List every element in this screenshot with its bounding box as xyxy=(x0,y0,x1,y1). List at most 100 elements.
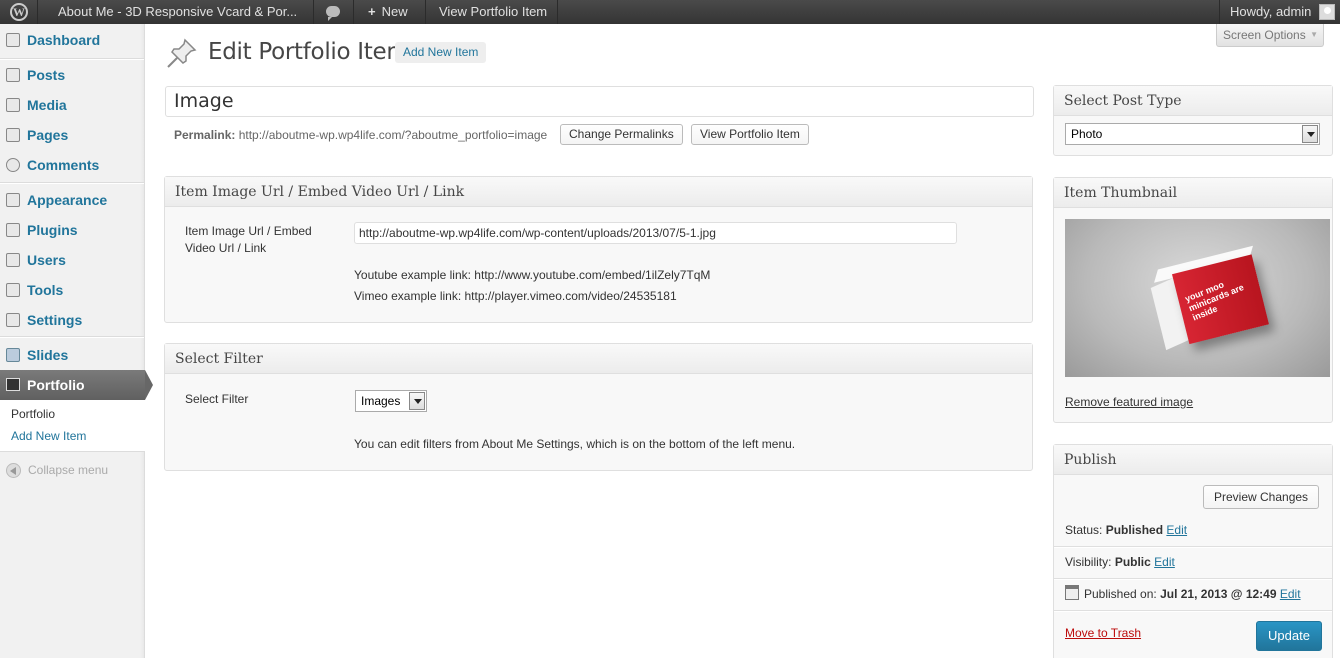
featured-image-text: your moo minicards are inside xyxy=(1183,279,1246,323)
new-content-label: New xyxy=(381,4,408,19)
sidebar-item-comments[interactable]: Comments xyxy=(0,151,144,179)
preview-changes-button[interactable]: Preview Changes xyxy=(1203,485,1320,509)
portfolio-icon xyxy=(6,378,20,391)
sidebar-item-label: Tools xyxy=(27,282,64,298)
sidebar-item-slides[interactable]: Slides xyxy=(0,341,144,369)
filter-hint: You can edit filters from About Me Setti… xyxy=(354,437,796,451)
product-box-image: your moo minicards are inside xyxy=(1146,240,1278,351)
chevron-down-icon xyxy=(1302,125,1318,143)
portfolio-submenu: Portfolio Add New Item xyxy=(0,400,145,452)
move-to-trash-link[interactable]: Move to Trash xyxy=(1065,626,1141,640)
sidebar-item-posts[interactable]: Posts xyxy=(0,61,144,89)
new-content-link[interactable]: + New xyxy=(358,0,418,24)
sidebar-item-label: Media xyxy=(27,97,67,113)
sidebar-item-settings[interactable]: Settings xyxy=(0,306,144,334)
sidebar-item-dashboard[interactable]: Dashboard xyxy=(0,26,144,54)
post-title-input[interactable]: Image xyxy=(165,86,1034,117)
select-filter-label: Select Filter xyxy=(185,392,249,406)
sidebar-item-media[interactable]: Media xyxy=(0,91,144,119)
item-image-url-box-title[interactable]: Item Image Url / Embed Video Url / Link xyxy=(165,177,1032,207)
pushpin-icon xyxy=(167,38,197,68)
youtube-hint: Youtube example link: http://www.youtube… xyxy=(354,268,711,282)
collapse-menu-button[interactable]: Collapse menu xyxy=(6,463,109,478)
post-type-select[interactable]: Photo xyxy=(1065,123,1320,145)
submenu-item-add-new[interactable]: Add New Item xyxy=(11,429,86,443)
vimeo-hint: Vimeo example link: http://player.vimeo.… xyxy=(354,289,677,303)
posts-icon xyxy=(6,68,20,82)
pages-icon xyxy=(6,128,20,142)
visibility-value: Public xyxy=(1114,555,1151,569)
admin-menu: Dashboard Posts Media Pages Comments App… xyxy=(0,24,153,658)
select-post-type-box: Select Post Type xyxy=(1053,85,1333,156)
sidebar-item-label: Appearance xyxy=(27,192,108,208)
sidebar-item-plugins[interactable]: Plugins xyxy=(0,216,144,244)
item-image-url-input[interactable]: http://aboutme-wp.wp4life.com/wp-content… xyxy=(354,222,957,244)
comments-icon[interactable] xyxy=(326,6,340,21)
collapse-arrow-icon xyxy=(6,463,21,478)
permalink-url: http://aboutme-wp.wp4life.com/?aboutme_p… xyxy=(238,128,548,142)
status-value: Published xyxy=(1105,523,1164,537)
tools-icon xyxy=(6,283,20,297)
avatar[interactable] xyxy=(1319,4,1335,20)
slides-icon xyxy=(6,348,20,362)
filter-select[interactable]: Images xyxy=(355,390,427,412)
sidebar-item-appearance[interactable]: Appearance xyxy=(0,186,144,214)
item-thumbnail-box-title[interactable]: Item Thumbnail xyxy=(1054,178,1332,208)
collapse-menu-label: Collapse menu xyxy=(28,463,109,477)
appearance-icon xyxy=(6,193,20,207)
change-permalinks-button[interactable]: Change Permalinks xyxy=(560,124,683,145)
view-portfolio-item-button[interactable]: View Portfolio Item xyxy=(691,124,809,145)
add-new-item-button[interactable]: Add New Item xyxy=(395,42,487,63)
sidebar-item-users[interactable]: Users xyxy=(0,246,144,274)
published-on-value: Jul 21, 2013 @ 12:49 xyxy=(1160,587,1277,601)
post-status: Status: Published Edit xyxy=(1065,523,1187,537)
chevron-down-icon xyxy=(409,392,425,410)
plugins-icon xyxy=(6,223,20,237)
select-post-type-box-title[interactable]: Select Post Type xyxy=(1054,86,1332,116)
site-name-link[interactable]: About Me - 3D Responsive Vcard & Por... xyxy=(48,0,307,24)
select-filter-box-title[interactable]: Select Filter xyxy=(165,344,1032,374)
sidebar-item-label: Dashboard xyxy=(27,32,101,48)
edit-visibility-link[interactable]: Edit xyxy=(1154,555,1175,569)
published-date: Published on: Jul 21, 2013 @ 12:49 Edit xyxy=(1084,587,1301,601)
sidebar-item-label: Portfolio xyxy=(27,377,85,393)
page-title: Edit Portfolio Item xyxy=(208,39,409,65)
remove-featured-image-link[interactable]: Remove featured image xyxy=(1065,395,1193,409)
sidebar-item-label: Comments xyxy=(27,157,100,173)
sidebar-item-label: Settings xyxy=(27,312,83,328)
filter-select-value: Images xyxy=(361,394,401,408)
sidebar-item-portfolio[interactable]: Portfolio xyxy=(0,370,153,400)
featured-image[interactable]: your moo minicards are inside xyxy=(1065,219,1330,377)
wordpress-logo-icon[interactable]: W xyxy=(10,3,28,21)
publish-box-title[interactable]: Publish xyxy=(1054,445,1332,475)
sidebar-item-label: Plugins xyxy=(27,222,78,238)
settings-icon xyxy=(6,313,20,327)
edit-status-link[interactable]: Edit xyxy=(1166,523,1187,537)
sidebar-item-pages[interactable]: Pages xyxy=(0,121,144,149)
comments-icon xyxy=(6,158,20,172)
select-filter-box: Select Filter xyxy=(164,343,1033,471)
view-portfolio-item-link[interactable]: View Portfolio Item xyxy=(429,0,557,24)
item-image-url-label: Item Image Url / Embed Video Url / Link xyxy=(185,224,312,255)
plus-icon: + xyxy=(368,4,376,19)
submenu-item-portfolio[interactable]: Portfolio xyxy=(11,407,55,421)
permalink-label: Permalink: xyxy=(174,128,236,142)
screen-options-button[interactable]: Screen Options xyxy=(1216,24,1324,47)
post-visibility: Visibility: Public Edit xyxy=(1065,555,1175,569)
calendar-icon xyxy=(1065,585,1079,600)
howdy-user-link[interactable]: Howdy, admin xyxy=(1220,0,1321,24)
sidebar-item-label: Posts xyxy=(27,67,66,83)
users-icon xyxy=(6,253,20,267)
sidebar-item-label: Slides xyxy=(27,347,69,363)
permalink: Permalink: http://aboutme-wp.wp4life.com… xyxy=(174,128,547,142)
update-button[interactable]: Update xyxy=(1256,621,1322,651)
sidebar-item-tools[interactable]: Tools xyxy=(0,276,144,304)
published-on-label: Published on: xyxy=(1084,587,1157,601)
sidebar-item-label: Users xyxy=(27,252,66,268)
edit-date-link[interactable]: Edit xyxy=(1280,587,1301,601)
visibility-label: Visibility: xyxy=(1065,555,1112,569)
dashboard-icon xyxy=(6,33,20,47)
admin-bar: W About Me - 3D Responsive Vcard & Por..… xyxy=(0,0,1340,24)
media-icon xyxy=(6,98,20,112)
post-type-select-value: Photo xyxy=(1071,127,1103,141)
